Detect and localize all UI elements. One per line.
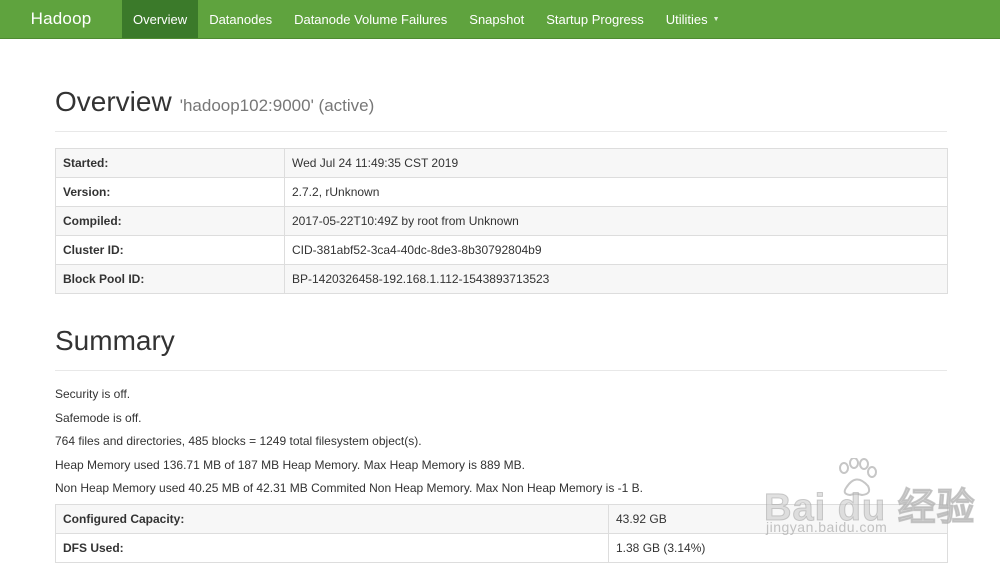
nav-utilities-dropdown[interactable]: Utilities ▼ [655, 0, 731, 38]
nav-startup-progress[interactable]: Startup Progress [535, 0, 655, 38]
overview-heading: Overview 'hadoop102:9000' (active) [55, 86, 947, 132]
nav-startup-progress-label: Startup Progress [546, 11, 644, 27]
summary-line-security: Security is off. [55, 387, 131, 401]
summary-heading: Summary [55, 325, 947, 371]
nav-overview-label: Overview [133, 11, 188, 27]
table-row: Compiled: 2017-05-22T10:49Z by root from… [55, 206, 948, 236]
nav-snapshot-label: Snapshot [469, 11, 525, 27]
row-key: Started: [55, 148, 285, 178]
row-value: CID-381abf52-3ca4-40dc-8de3-8b30792804b9 [284, 235, 948, 265]
nav-overview[interactable]: Overview [122, 0, 199, 38]
table-row: Version: 2.7.2, rUnknown [55, 177, 948, 207]
caret-down-icon: ▼ [712, 15, 720, 23]
watermark-url: jingyan.baidu.com [766, 519, 888, 535]
overview-subtitle: 'hadoop102:9000' (active) [179, 96, 375, 115]
row-value: BP-1420326458-192.168.1.112-154389371352… [284, 264, 948, 294]
overview-title: Overview [55, 86, 172, 117]
row-value: Wed Jul 24 11:49:35 CST 2019 [284, 148, 948, 178]
table-row: Cluster ID: CID-381abf52-3ca4-40dc-8de3-… [55, 235, 948, 265]
nav-datanode-volume-failures[interactable]: Datanode Volume Failures [283, 0, 458, 38]
summary-line-files: 764 files and directories, 485 blocks = … [55, 434, 422, 448]
summary-line-safemode: Safemode is off. [55, 410, 142, 425]
overview-table: Started: Wed Jul 24 11:49:35 CST 2019 Ve… [55, 148, 948, 294]
row-key: Configured Capacity: [55, 504, 609, 534]
brand-logo[interactable]: Hadoop [0, 0, 122, 38]
baidu-watermark: Bai du 经验 jingyan.baidu.com [764, 456, 984, 548]
row-value: 2.7.2, rUnknown [284, 177, 948, 207]
summary-title: Summary [55, 325, 175, 356]
table-row: Started: Wed Jul 24 11:49:35 CST 2019 [55, 148, 948, 178]
row-key: Version: [55, 177, 285, 207]
nav-datanode-volume-failures-label: Datanode Volume Failures [294, 11, 448, 27]
nav-utilities-label: Utilities [665, 11, 708, 27]
row-value: 2017-05-22T10:49Z by root from Unknown [284, 206, 948, 236]
nav-datanodes[interactable]: Datanodes [198, 0, 283, 38]
row-key: Block Pool ID: [55, 264, 285, 294]
row-key: Compiled: [55, 206, 285, 236]
row-key: Cluster ID: [55, 235, 285, 265]
nav-datanodes-label: Datanodes [209, 11, 273, 27]
table-row: Block Pool ID: BP-1420326458-192.168.1.1… [55, 264, 948, 294]
row-key: DFS Used: [55, 533, 609, 563]
nav-snapshot[interactable]: Snapshot [458, 0, 535, 38]
top-navbar: Hadoop Overview Datanodes Datanode Volum… [0, 0, 1000, 39]
